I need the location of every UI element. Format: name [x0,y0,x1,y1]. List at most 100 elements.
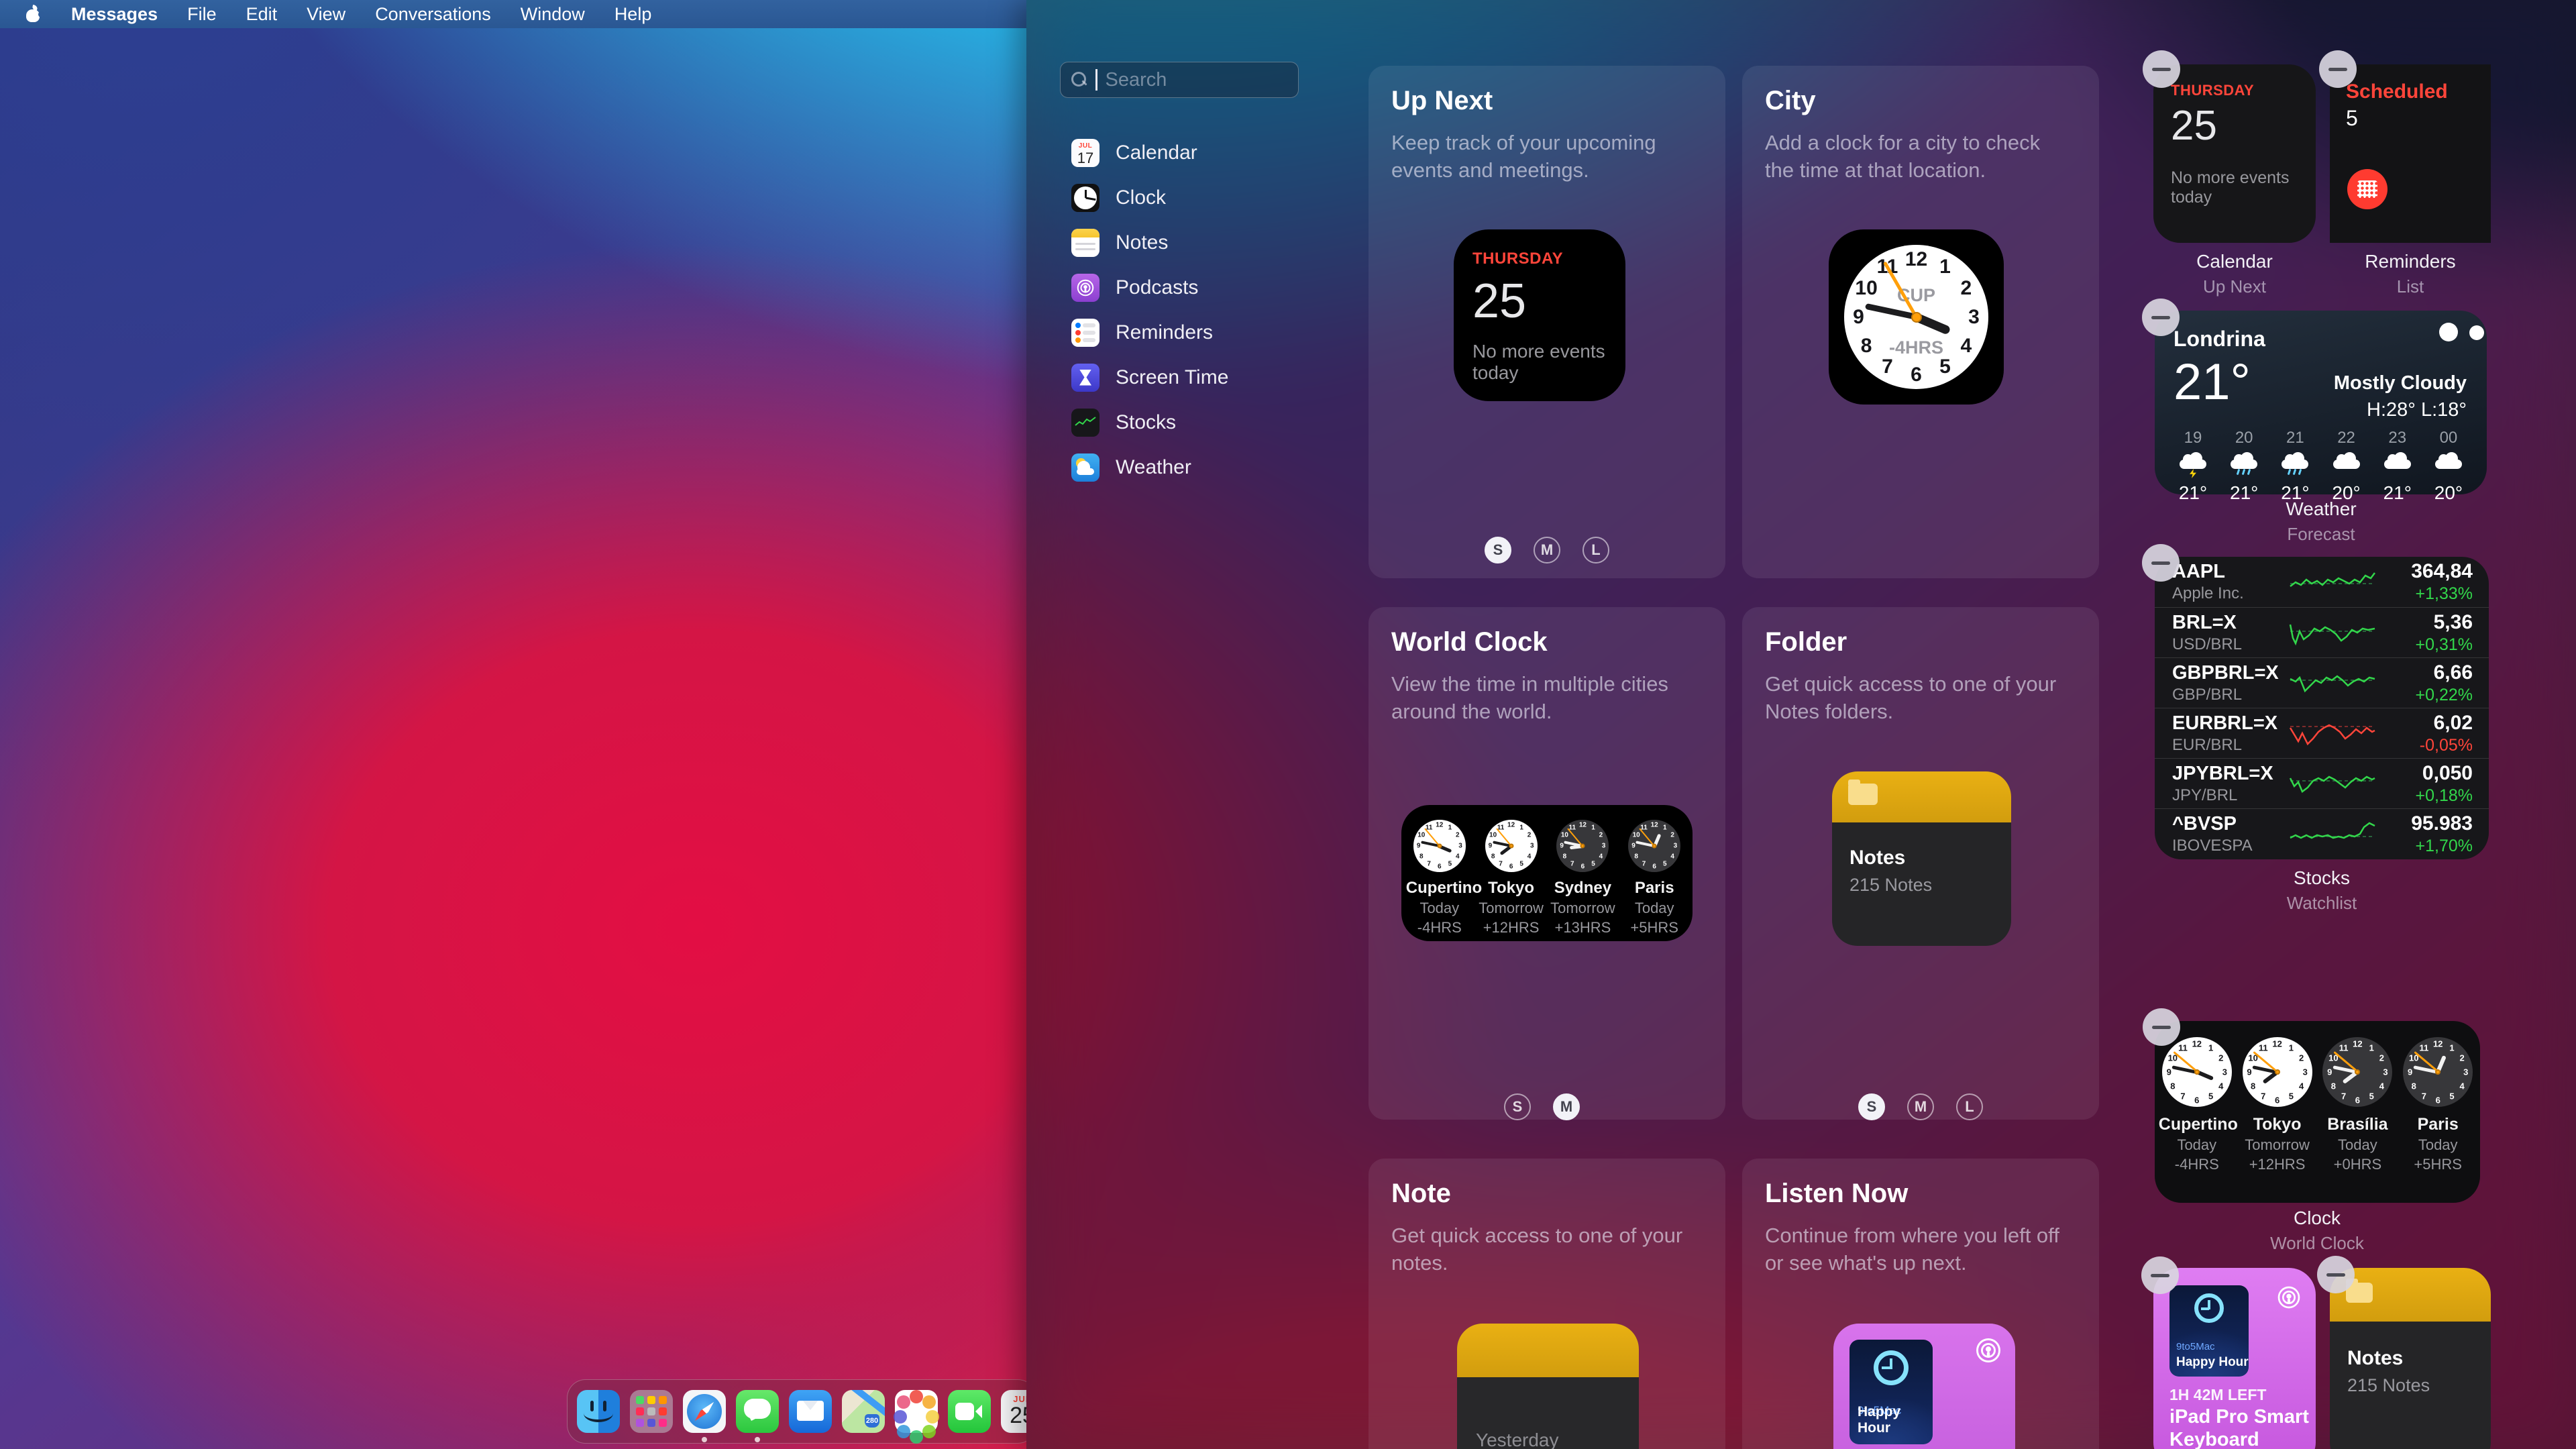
world-clock-city: 121234567891011 Cupertino Today -4HRS [1406,820,1473,941]
folder-note-count: 215 Notes [2347,1375,2491,1396]
remove-widget-button[interactable] [2142,299,2180,336]
dock-maps-icon[interactable]: 280 [842,1390,885,1433]
sparkline-chart [2289,618,2376,647]
dock-photos-icon[interactable] [895,1390,938,1433]
analog-clock: 121234567891011 [2403,1037,2473,1107]
relative-day: Today [2319,1136,2396,1154]
app-label: Calendar [1116,142,1197,164]
dock-launchpad-icon[interactable] [630,1390,673,1433]
calendar-widget[interactable]: THURSDAY 25 No more events today [2153,64,2316,243]
clock-number: 2 [2299,1053,2304,1063]
weather-city: Londrina [2174,327,2468,352]
app-list-item-screen-time[interactable]: Screen Time [1060,355,1315,400]
size-small-button[interactable]: S [1858,1093,1885,1120]
size-medium-button[interactable]: M [1534,537,1560,564]
card-title: World Clock [1391,627,1548,657]
analog-clock: 121234567891011 [1628,820,1680,872]
size-medium-button[interactable]: M [1553,1093,1580,1120]
app-list-item-weather[interactable]: Weather [1060,445,1315,490]
note-widget-preview[interactable]: Yesterday [1457,1324,1639,1449]
clock-number: 7 [1882,356,1893,378]
remove-widget-button[interactable] [2317,1256,2355,1293]
stock-row[interactable]: JPYBRL=XJPY/BRL 0,050+0,18% [2155,758,2489,808]
app-list-item-notes[interactable]: Notes [1060,220,1315,265]
dock-messages-icon[interactable] [736,1390,779,1433]
city-name: Cupertino [2159,1115,2235,1134]
stock-row[interactable]: BRL=XUSD/BRL 5,36+0,31% [2155,607,2489,657]
apple-menu-icon[interactable] [24,5,42,23]
menu-help[interactable]: Help [614,4,652,25]
podcasts-icon [1974,1336,2003,1368]
size-large-button[interactable]: L [1582,537,1609,564]
app-list-item-reminders[interactable]: Reminders [1060,310,1315,355]
relative-day: Tomorrow [2239,1136,2316,1154]
clock-number: 8 [1634,853,1638,860]
dock-safari-icon[interactable] [683,1390,726,1433]
episode-title-line2: Keyboard Trackpa… [2169,1429,2316,1449]
podcasts-widget[interactable]: 9to5Mac Happy Hour 1H 42M LEFT iPad Pro … [2153,1268,2316,1449]
search-input[interactable]: Search [1060,62,1299,98]
dock-calendar-icon[interactable]: JUL 25 [1001,1390,1026,1433]
podcast-artwork: 9to5Mac Happy Hour [2169,1285,2249,1377]
size-small-button[interactable]: S [1485,537,1511,564]
size-small-button[interactable]: S [1504,1093,1531,1120]
stock-name: EUR/BRL [2172,736,2285,755]
app-list-item-calendar[interactable]: JUL 17 Calendar [1060,130,1315,175]
menu-edit[interactable]: Edit [246,4,278,25]
notes-widget[interactable]: Notes 215 Notes [2330,1268,2491,1449]
city-name: Tokyo [1478,879,1545,898]
stocks-widget[interactable]: AAPLApple Inc. 364,84+1,33% BRL=XUSD/BRL… [2155,557,2489,859]
clock-number: 1 [2208,1043,2213,1053]
clock-number: 12 [1436,821,1443,828]
world-clock-widget-preview[interactable]: 121234567891011 Cupertino Today -4HRS 12… [1401,805,1693,941]
remove-widget-button[interactable] [2142,544,2180,582]
forecast-hour: 20 21° [2222,429,2266,504]
weather-widget[interactable]: Londrina 21° Mostly Cloudy H:28° L:18° 1… [2155,311,2487,494]
menu-file[interactable]: File [187,4,217,25]
note-modified-label: Yesterday [1476,1430,1639,1449]
clock-number: 7 [1499,860,1503,867]
clock-number: 1 [1448,824,1452,832]
menu-conversations[interactable]: Conversations [375,4,491,25]
remove-widget-button[interactable] [2143,1008,2180,1046]
reminders-widget[interactable]: Scheduled 5 [2330,64,2491,243]
widget-label-reminders: Reminders List [2365,251,2455,297]
clock-number: 1 [1591,824,1595,832]
events-status: No more events today [1472,341,1607,384]
card-title: Note [1391,1179,1451,1209]
dock-mail-icon[interactable] [789,1390,832,1433]
stock-row[interactable]: EURBRL=XEUR/BRL 6,02-0,05% [2155,708,2489,758]
relative-day: Today [1406,900,1473,917]
stock-row[interactable]: AAPLApple Inc. 364,84+1,33% [2155,557,2489,607]
dock-finder-icon[interactable] [577,1390,620,1433]
menu-view[interactable]: View [307,4,345,25]
folder-note-count: 215 Notes [1849,875,2011,896]
clock-pivot [1652,844,1657,849]
size-large-button[interactable]: L [1956,1093,1983,1120]
app-list-item-podcasts[interactable]: Podcasts [1060,265,1315,310]
utc-offset: -4HRS [2159,1156,2235,1173]
app-list-item-clock[interactable]: Clock [1060,175,1315,220]
analog-clock: 121234567891011 [2243,1037,2312,1107]
search-placeholder: Search [1106,69,1167,91]
remove-widget-button[interactable] [2141,1256,2179,1294]
menu-window[interactable]: Window [521,4,585,25]
city-clock-widget-preview[interactable]: CUP -4HRS 121234567891011 [1829,229,2004,405]
up-next-widget-preview[interactable]: THURSDAY 25 No more events today [1454,229,1625,401]
listen-now-widget-preview[interactable]: 9to5Mac Happy Hour 1H 42M LEFT [1833,1324,2015,1449]
menu-app-name[interactable]: Messages [71,4,158,25]
stock-row[interactable]: GBPBRL=XGBP/BRL 6,66+0,22% [2155,657,2489,708]
dock-facetime-icon[interactable] [948,1390,991,1433]
stock-symbol: JPYBRL=X [2172,763,2285,785]
remove-widget-button[interactable] [2143,50,2180,88]
world-clock-widget[interactable]: 121234567891011 Cupertino Today -4HRS 12… [2155,1021,2480,1203]
clock-number: 7 [1642,860,1646,867]
stock-row[interactable]: ^BVSPIBOVESPA 95.983+1,70% [2155,808,2489,859]
notes-folder-widget-preview[interactable]: Notes 215 Notes [1832,771,2011,946]
app-list-item-stocks[interactable]: Stocks [1060,400,1315,445]
app-label: Clock [1116,186,1166,209]
clock-number: 2 [1599,832,1603,839]
size-medium-button[interactable]: M [1907,1093,1934,1120]
remove-widget-button[interactable] [2319,50,2357,88]
city-name: Sydney [1549,879,1616,898]
